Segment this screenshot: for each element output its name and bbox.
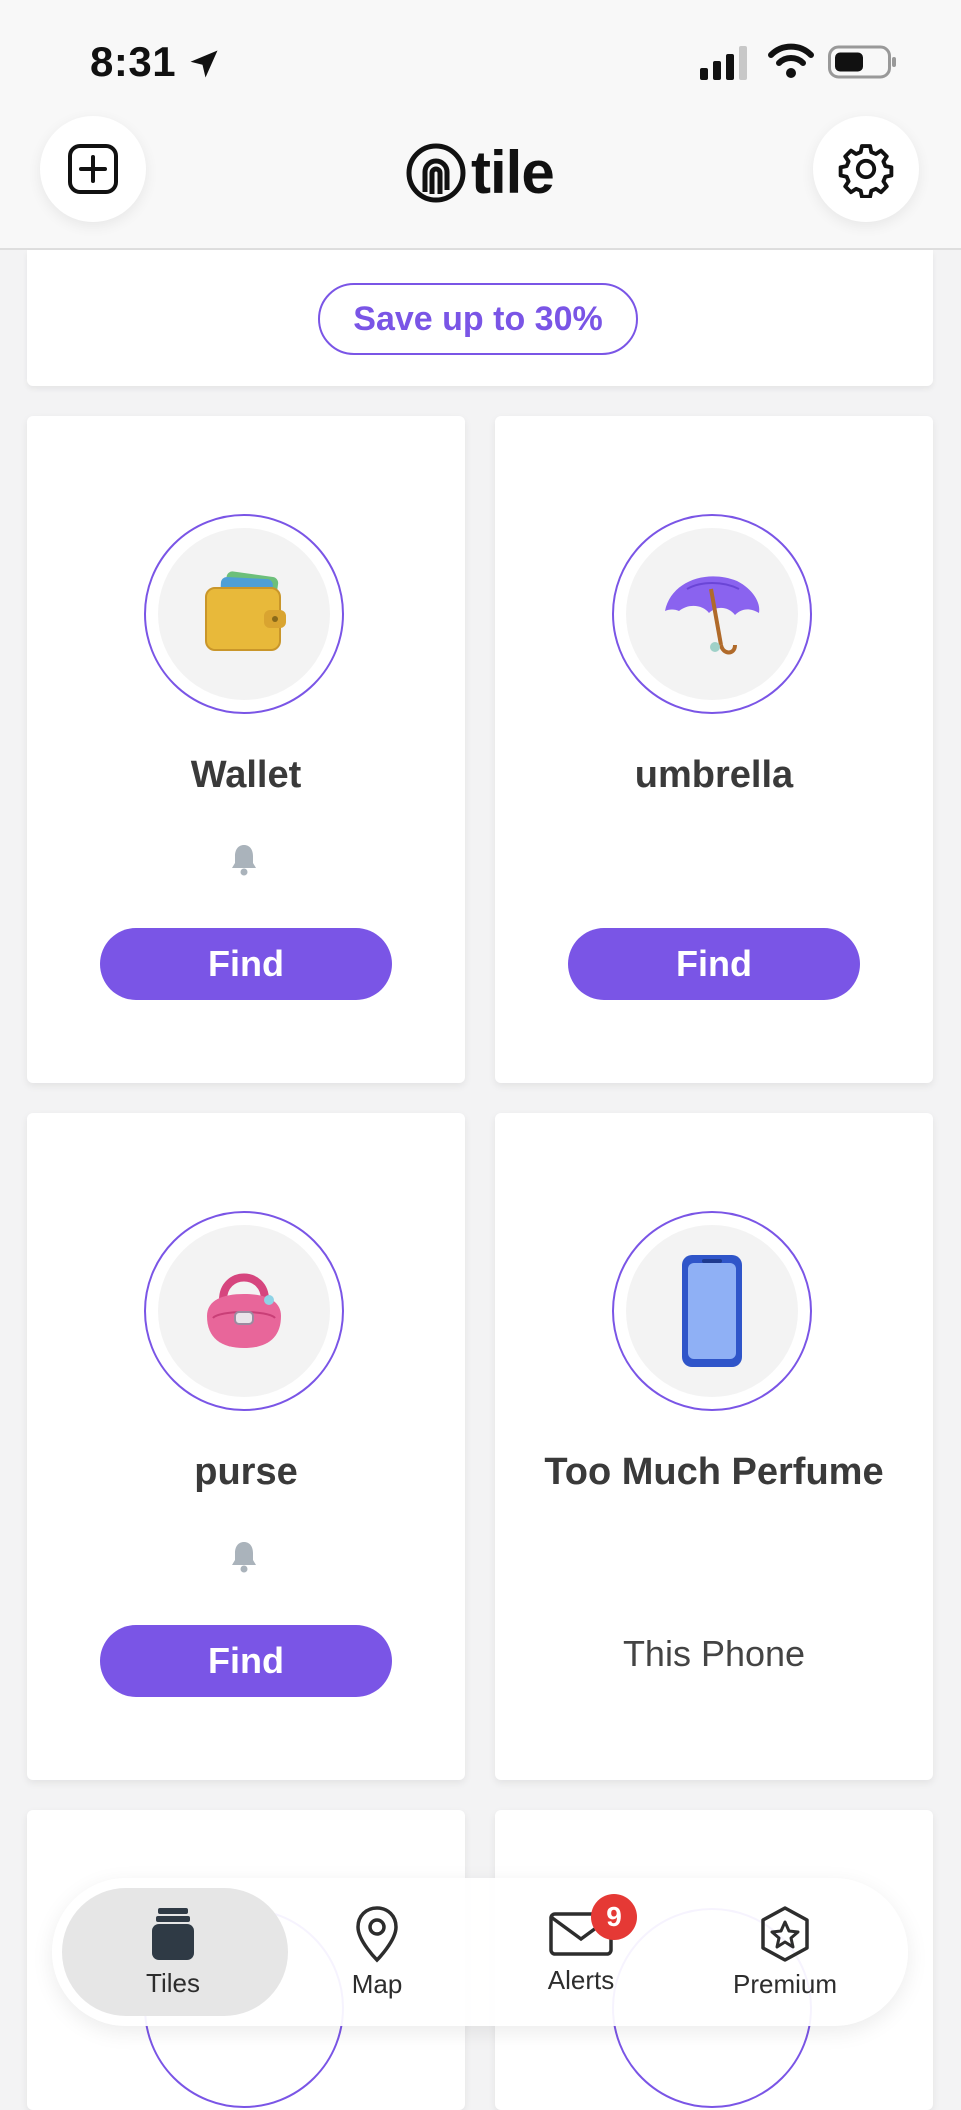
tile-avatar	[144, 514, 344, 714]
alerts-count-badge: 9	[591, 1894, 637, 1940]
tiles-icon	[152, 1907, 194, 1960]
settings-button[interactable]	[813, 116, 919, 222]
wallet-icon	[205, 571, 286, 651]
bell-icon[interactable]	[229, 842, 259, 876]
tab-tiles[interactable]: Tiles	[73, 1878, 273, 2026]
find-button[interactable]: Find	[100, 1625, 392, 1697]
this-phone-label: This Phone	[622, 1633, 806, 1674]
logo-text: tile	[471, 139, 555, 206]
tile-logo-mark-icon	[406, 143, 466, 203]
phone-icon	[682, 1255, 742, 1367]
tile-card-purse[interactable]: purse Find	[27, 1113, 465, 1780]
find-button[interactable]: Find	[568, 928, 860, 1000]
save-offer-button[interactable]: Save up to 30%	[318, 283, 638, 355]
find-button[interactable]: Find	[100, 928, 392, 1000]
tile-name: purse	[194, 1451, 298, 1493]
tab-alerts[interactable]: Alerts 9	[481, 1878, 681, 2026]
tab-label: Alerts	[547, 1964, 615, 1995]
bottom-tab-bar: Tiles Map Alerts 9 Premium	[52, 1878, 908, 2026]
status-bar: 8:31	[0, 0, 961, 120]
tile-avatar	[612, 514, 812, 714]
bell-icon[interactable]	[229, 1539, 259, 1573]
tab-premium[interactable]: Premium	[685, 1878, 885, 2026]
tab-label: Tiles	[146, 1967, 200, 1998]
battery-icon	[828, 45, 896, 79]
tab-label: Premium	[732, 1968, 837, 1999]
wifi-icon	[768, 43, 814, 78]
location-arrow-icon	[190, 50, 218, 78]
tile-avatar	[612, 1211, 812, 1411]
tile-card-this-phone[interactable]: Too Much Perfume This Phone	[495, 1113, 933, 1780]
app-header: tile	[0, 110, 961, 250]
tab-map[interactable]: Map	[277, 1878, 477, 2026]
cellular-signal-icon	[700, 46, 747, 80]
status-time: 8:31	[90, 38, 177, 85]
tile-card-umbrella[interactable]: umbrella Find	[495, 416, 933, 1083]
gear-icon	[838, 144, 894, 198]
add-tile-button[interactable]	[40, 116, 146, 222]
purse-icon	[207, 1273, 281, 1348]
tile-name: Too Much Perfume	[544, 1451, 884, 1493]
tile-name: umbrella	[634, 754, 794, 796]
plus-square-icon	[68, 144, 118, 194]
tile-logo: tile	[405, 138, 555, 208]
tile-avatar	[144, 1211, 344, 1411]
promo-card: Save up to 30%	[27, 250, 933, 386]
tile-card-wallet[interactable]: Wallet Find	[27, 416, 465, 1083]
premium-star-icon	[761, 1905, 809, 1962]
umbrella-icon	[665, 576, 760, 655]
map-pin-icon	[356, 1905, 398, 1962]
tile-name: Wallet	[190, 754, 302, 796]
tab-label: Map	[351, 1968, 403, 1999]
